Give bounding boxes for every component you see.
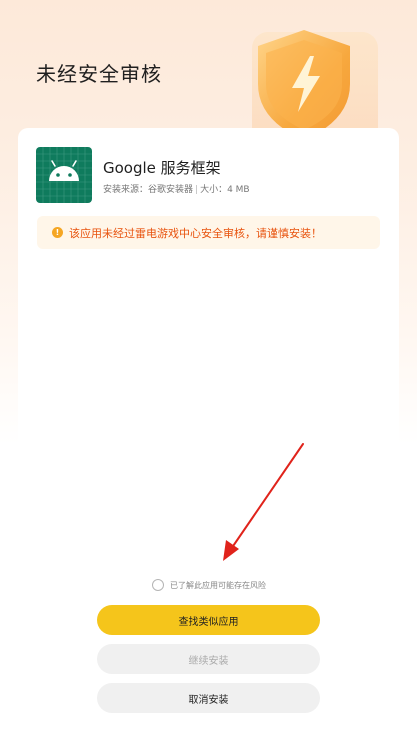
app-name: Google 服务框架	[103, 159, 221, 177]
warning-text: 该应用未经过雷电游戏中心安全审核，请谨慎安装！	[69, 226, 322, 240]
security-warning-banner: ! 该应用未经过雷电游戏中心安全审核，请谨慎安装！	[37, 216, 380, 249]
continue-install-button[interactable]: 继续安装	[97, 644, 320, 674]
app-meta: 安装来源：谷歌安装器 | 大小：4 MB	[103, 182, 250, 195]
risk-acknowledge[interactable]: 已了解此应用可能存在风险	[152, 579, 266, 591]
app-size: 大小：4 MB	[200, 185, 250, 195]
acknowledge-checkbox[interactable]	[152, 579, 164, 591]
install-source: 安装来源：谷歌安装器	[103, 185, 194, 195]
shield-lightning-icon	[232, 12, 382, 147]
page-title: 未经安全审核	[36, 62, 162, 86]
warning-icon: !	[52, 227, 63, 238]
red-arrow-annotation	[223, 443, 304, 561]
meta-separator: |	[195, 185, 199, 195]
acknowledge-label: 已了解此应用可能存在风险	[170, 580, 266, 590]
cancel-install-button[interactable]: 取消安装	[97, 683, 320, 713]
find-similar-apps-button[interactable]: 查找类似应用	[97, 605, 320, 635]
android-app-icon	[36, 147, 92, 203]
